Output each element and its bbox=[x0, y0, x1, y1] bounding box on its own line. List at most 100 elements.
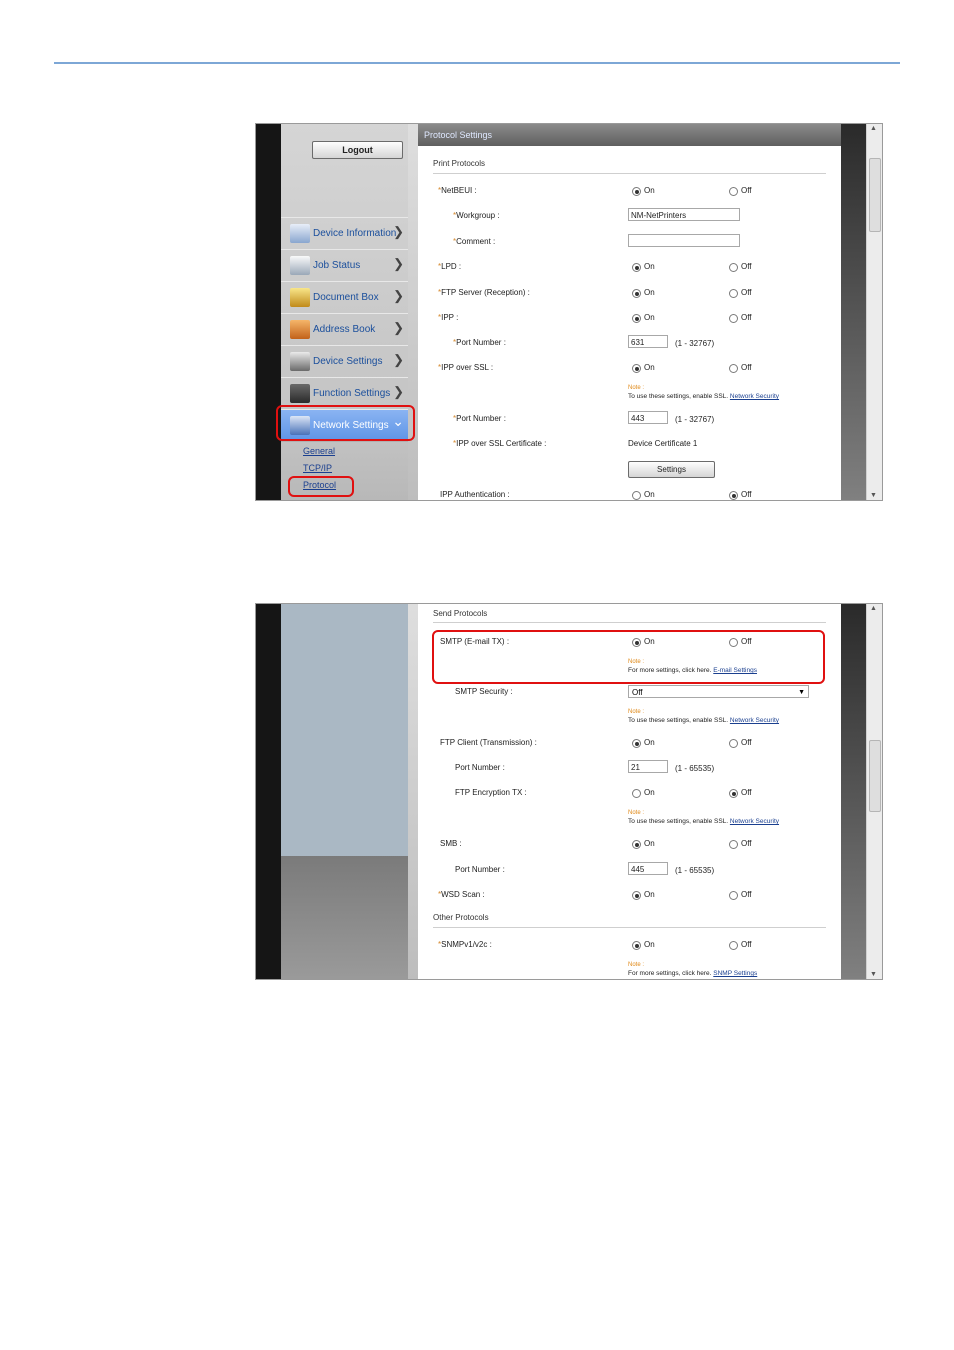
backdrop-divider bbox=[408, 124, 418, 500]
ipp-ssl-label: *IPP over SSL : bbox=[438, 363, 494, 372]
function-settings-icon bbox=[290, 384, 310, 403]
backdrop-left bbox=[256, 124, 281, 500]
sidebar-item-job-status[interactable]: Job Status ❯ bbox=[281, 249, 408, 282]
ftp-port-input[interactable]: 21 bbox=[628, 760, 668, 773]
section-divider bbox=[433, 927, 826, 928]
lpd-off-radio[interactable] bbox=[729, 263, 738, 272]
ipp-off-radio[interactable] bbox=[729, 314, 738, 323]
snmp-settings-link[interactable]: SNMP Settings bbox=[713, 970, 757, 977]
network-security-link[interactable]: Network Security bbox=[730, 393, 779, 400]
comment-input[interactable] bbox=[628, 234, 740, 247]
note-label: Note : bbox=[628, 709, 645, 715]
ssl-port-input[interactable]: 443 bbox=[628, 411, 668, 424]
wsd-off-radio[interactable] bbox=[729, 891, 738, 900]
ipp-ssl-on-radio[interactable] bbox=[632, 364, 641, 373]
section-divider bbox=[433, 622, 826, 623]
scroll-down-icon[interactable]: ▼ bbox=[870, 492, 877, 499]
sidebar-item-address-book[interactable]: Address Book ❯ bbox=[281, 313, 408, 346]
ftp-enc-on-radio[interactable] bbox=[632, 789, 641, 798]
ipp-auth-on-radio[interactable] bbox=[632, 491, 641, 500]
smtp-security-label: SMTP Security : bbox=[455, 687, 513, 696]
radio-label: Off bbox=[741, 262, 752, 271]
ftp-server-off-radio[interactable] bbox=[729, 289, 738, 298]
sidebar-item-document-box[interactable]: Document Box ❯ bbox=[281, 281, 408, 314]
ipp-on-radio[interactable] bbox=[632, 314, 641, 323]
ftp-client-off-radio[interactable] bbox=[729, 739, 738, 748]
scrollbar-thumb[interactable] bbox=[869, 740, 881, 812]
snmp-on-radio[interactable] bbox=[632, 941, 641, 950]
backdrop-right bbox=[841, 604, 866, 979]
ssl-port-range: (1 - 32767) bbox=[675, 415, 715, 424]
snmp-off-radio[interactable] bbox=[729, 941, 738, 950]
radio-label: On bbox=[644, 788, 655, 797]
scroll-down-icon[interactable]: ▼ bbox=[870, 971, 877, 978]
highlight-protocol bbox=[288, 476, 354, 497]
ipp-port-label: *Port Number : bbox=[453, 338, 506, 347]
sidebar-item-label: Document Box bbox=[313, 292, 379, 303]
radio-label: Off bbox=[741, 186, 752, 195]
backdrop-right bbox=[841, 124, 866, 500]
page-top-rule bbox=[54, 62, 900, 64]
network-security-link[interactable]: Network Security bbox=[730, 818, 779, 825]
network-security-link[interactable]: Network Security bbox=[730, 717, 779, 724]
sidebar-item-device-settings[interactable]: Device Settings ❯ bbox=[281, 345, 408, 378]
ipp-ssl-off-radio[interactable] bbox=[729, 364, 738, 373]
ftp-client-label: FTP Client (Transmission) : bbox=[440, 738, 537, 747]
dropdown-arrow-icon: ▼ bbox=[798, 689, 805, 696]
radio-label: Off bbox=[741, 788, 752, 797]
chevron-right-icon: ❯ bbox=[393, 320, 404, 335]
ipp-auth-off-radio[interactable] bbox=[729, 491, 738, 500]
ipp-label: *IPP : bbox=[438, 313, 459, 322]
ftp-enc-off-radio[interactable] bbox=[729, 789, 738, 798]
settings-button[interactable]: Settings bbox=[628, 461, 715, 478]
sidebar-item-label: Job Status bbox=[313, 260, 361, 271]
logout-button[interactable]: Logout bbox=[312, 141, 403, 159]
radio-label: Off bbox=[741, 940, 752, 949]
scroll-up-icon[interactable]: ▲ bbox=[870, 125, 877, 132]
snmp-label: *SNMPv1/v2c : bbox=[438, 940, 492, 949]
sidebar-sub-general[interactable]: General bbox=[303, 446, 335, 456]
radio-label: On bbox=[644, 940, 655, 949]
workgroup-input[interactable]: NM-NetPrinters bbox=[628, 208, 740, 221]
comment-label: *Comment : bbox=[453, 237, 496, 246]
radio-label: On bbox=[644, 890, 655, 899]
ipp-auth-label: IPP Authentication : bbox=[440, 490, 510, 499]
section-print-protocols: Print Protocols bbox=[433, 159, 486, 168]
sidebar: Logout Device Information ❯ Job Status ❯… bbox=[281, 124, 408, 500]
ssl-cert-value: Device Certificate 1 bbox=[628, 439, 698, 448]
netbeui-off-radio[interactable] bbox=[729, 187, 738, 196]
ftp-encryption-label: FTP Encryption TX : bbox=[455, 788, 527, 797]
workgroup-label: *Workgroup : bbox=[453, 211, 500, 220]
sidebar-sub-tcpip[interactable]: TCP/IP bbox=[303, 463, 332, 473]
chevron-right-icon: ❯ bbox=[393, 384, 404, 399]
scrollbar-thumb[interactable] bbox=[869, 158, 881, 232]
smb-label: SMB : bbox=[440, 839, 462, 848]
radio-label: Off bbox=[741, 288, 752, 297]
ftp-server-on-radio[interactable] bbox=[632, 289, 641, 298]
note-label: Note : bbox=[628, 810, 645, 816]
wsd-on-radio[interactable] bbox=[632, 891, 641, 900]
scrollbar[interactable]: ▲ ▼ bbox=[866, 124, 882, 500]
radio-label: Off bbox=[741, 363, 752, 372]
highlight-network-settings bbox=[276, 405, 415, 441]
lpd-on-radio[interactable] bbox=[632, 263, 641, 272]
radio-label: On bbox=[644, 186, 655, 195]
sidebar-item-label: Device Settings bbox=[313, 356, 383, 367]
smtp-security-select[interactable]: Off ▼ bbox=[628, 685, 809, 698]
radio-label: Off bbox=[741, 490, 752, 499]
section-send-protocols: Send Protocols bbox=[433, 609, 488, 618]
netbeui-on-radio[interactable] bbox=[632, 187, 641, 196]
ftp-client-on-radio[interactable] bbox=[632, 739, 641, 748]
smb-on-radio[interactable] bbox=[632, 840, 641, 849]
sidebar-item-device-information[interactable]: Device Information ❯ bbox=[281, 217, 408, 250]
job-status-icon bbox=[290, 256, 310, 275]
scrollbar[interactable]: ▲ ▼ bbox=[866, 604, 882, 979]
radio-label: Off bbox=[741, 890, 752, 899]
radio-label: On bbox=[644, 490, 655, 499]
ssl-cert-label: *IPP over SSL Certificate : bbox=[453, 439, 547, 448]
smb-off-radio[interactable] bbox=[729, 840, 738, 849]
section-other-protocols: Other Protocols bbox=[433, 913, 489, 922]
smb-port-input[interactable]: 445 bbox=[628, 862, 668, 875]
scroll-up-icon[interactable]: ▲ bbox=[870, 605, 877, 612]
ipp-port-input[interactable]: 631 bbox=[628, 335, 668, 348]
